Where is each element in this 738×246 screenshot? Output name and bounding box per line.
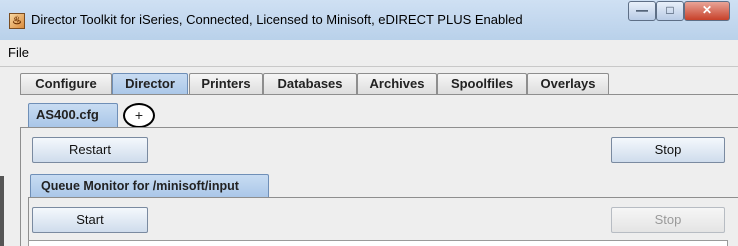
tab-as400-cfg[interactable]: AS400.cfg	[28, 103, 118, 127]
start-button[interactable]: Start	[32, 207, 148, 233]
queue-content-area	[28, 240, 728, 246]
tab-configure[interactable]: Configure	[20, 73, 112, 95]
restart-button[interactable]: Restart	[32, 137, 148, 163]
title-bar[interactable]: ♨ Director Toolkit for iSeries, Connecte…	[0, 0, 738, 41]
tab-director[interactable]: Director	[112, 73, 188, 95]
tab-spoolfiles[interactable]: Spoolfiles	[437, 73, 527, 95]
menu-file[interactable]: File	[8, 45, 29, 60]
tab-archives[interactable]: Archives	[357, 73, 437, 95]
queue-stop-button: Stop	[611, 207, 725, 233]
tab-divider	[20, 94, 738, 95]
director-toolkit-window: ♨ Director Toolkit for iSeries, Connecte…	[0, 0, 738, 246]
java-app-icon: ♨	[9, 13, 25, 29]
tab-overlays[interactable]: Overlays	[527, 73, 609, 95]
close-button[interactable]: ✕	[684, 1, 730, 21]
window-title: Director Toolkit for iSeries, Connected,…	[31, 12, 523, 27]
tab-queue-monitor[interactable]: Queue Monitor for /minisoft/input	[30, 174, 269, 198]
tab-printers[interactable]: Printers	[189, 73, 263, 95]
menu-bar: File	[0, 40, 738, 67]
minimize-button[interactable]: —	[628, 1, 656, 21]
main-tab-strip: Configure Director Printers Databases Ar…	[20, 73, 738, 95]
add-tab-button[interactable]: +	[123, 103, 155, 128]
maximize-button[interactable]: □	[656, 1, 684, 21]
tab-databases[interactable]: Databases	[263, 73, 357, 95]
stop-button[interactable]: Stop	[611, 137, 725, 163]
window-edge	[0, 176, 4, 246]
